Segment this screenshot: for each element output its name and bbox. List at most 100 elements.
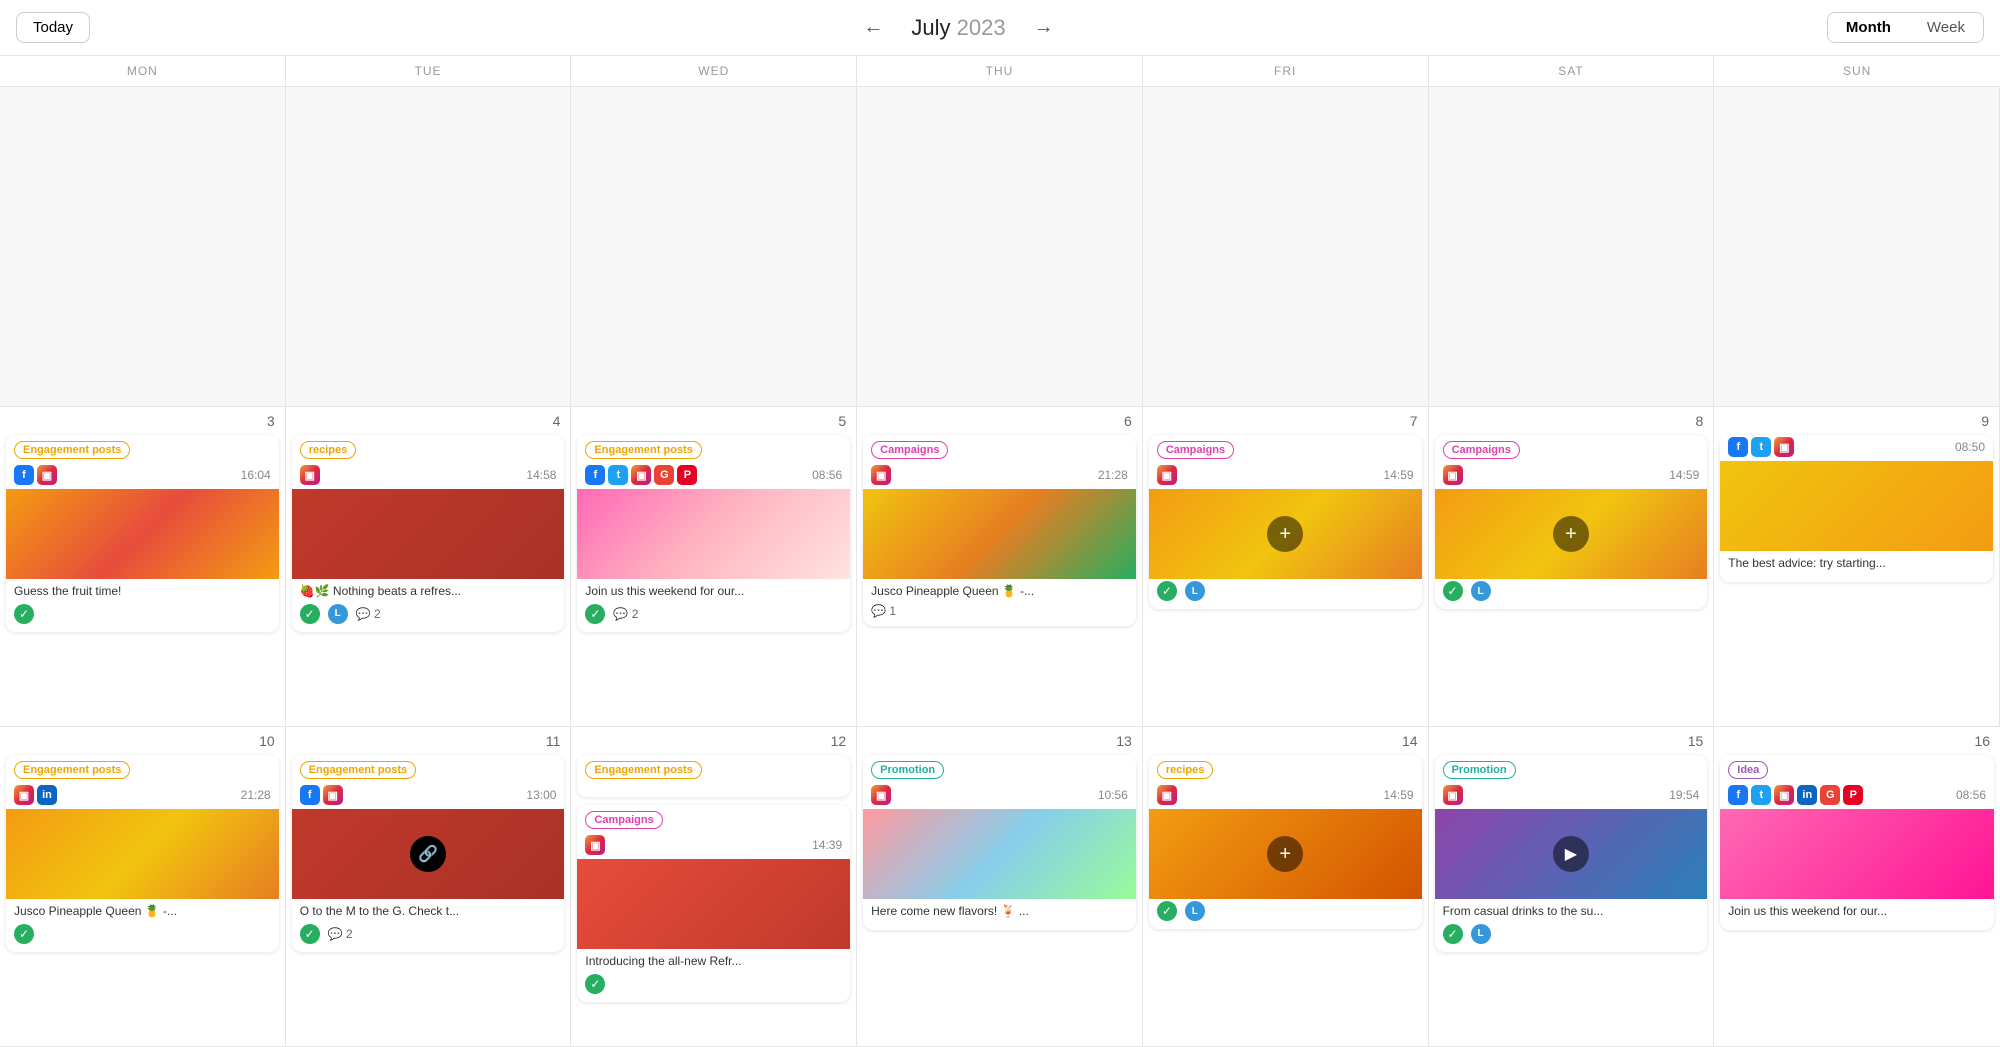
post-card[interactable]: Engagement posts ft▣GP 08:56 Join us thi… [577,435,850,632]
next-month-button[interactable]: → [1026,12,1062,43]
card-header: Campaigns [1435,435,1708,463]
tw-icon: t [1751,785,1771,805]
category-badge: Engagement posts [14,761,130,779]
today-button[interactable]: Today [16,12,90,43]
fb-icon: f [1728,437,1748,457]
social-icons: ▣ [1443,465,1463,485]
card-image [6,809,279,899]
social-icons: ft▣inGP [1728,785,1863,805]
social-icons: ▣in [14,785,57,805]
check-icon: ✓ [300,604,320,624]
post-card[interactable]: Engagement posts [577,755,850,797]
card-text: Introducing the all-new Refr... [577,949,850,972]
social-icons: f▣ [300,785,343,805]
card-header: recipes [1149,755,1422,783]
month-label: July [911,15,950,40]
card-icons-row: ▣ 14:59 [1149,783,1422,809]
fb-icon: f [300,785,320,805]
time-label: 19:54 [1669,788,1699,802]
ig-icon: ▣ [871,785,891,805]
post-card[interactable]: ft▣ 08:50 The best advice: try starting.… [1720,435,1993,582]
add-overlay-button[interactable]: + [1267,836,1303,872]
card-footer: ✓L💬 2 [292,602,565,624]
post-card[interactable]: Engagement posts ▣in 21:28 Jusco Pineapp… [6,755,279,952]
card-header: Promotion [863,755,1136,783]
post-card[interactable]: Promotion ▣ 19:54 ▶ From casual drinks t… [1435,755,1708,952]
calendar-header: Today ← July 2023 → Month Week [0,0,2000,56]
card-icons-row: ▣ 14:58 [292,463,565,489]
comment-count: 💬 2 [613,607,638,621]
category-badge: Campaigns [1157,441,1234,459]
day-header-wed: WED [571,56,857,86]
card-header: Engagement posts [6,755,279,783]
day-cell [1143,87,1429,407]
day-header-tue: TUE [286,56,572,86]
card-image: + [1435,489,1708,579]
post-card[interactable]: Engagement posts f▣ 16:04 Guess the frui… [6,435,279,632]
post-card[interactable]: Engagement posts f▣ 13:00 🔗 O to the M t… [292,755,565,952]
card-header: Campaigns [863,435,1136,463]
day-cell: 10 Engagement posts ▣in 21:28 Jusco Pine… [0,727,286,1047]
pi-icon: P [677,465,697,485]
card-icons-row: ▣ 14:59 [1435,463,1708,489]
calendar-grid: 3 Engagement posts f▣ 16:04 Guess the fr… [0,87,2000,1047]
day-cell: 4 recipes ▣ 14:58 🍓🌿 Nothing beats a ref… [286,407,572,727]
ig-icon: ▣ [1157,785,1177,805]
time-label: 13:00 [526,788,556,802]
week-view-button[interactable]: Week [1909,13,1983,42]
social-icons: ▣ [1157,785,1177,805]
view-toggle: Month Week [1827,12,1984,43]
link-overlay-button[interactable]: 🔗 [410,836,446,872]
card-footer: ✓L [1435,922,1708,944]
card-icons-row: ft▣GP 08:56 [577,463,850,489]
check-icon: ✓ [1157,901,1177,921]
post-card[interactable]: recipes ▣ 14:59 + ✓L [1149,755,1422,929]
card-footer: ✓ [6,602,279,624]
category-badge: recipes [300,441,357,459]
card-image [1720,809,1994,899]
ig-icon: ▣ [1443,465,1463,485]
day-number: 5 [577,413,850,429]
day-cell: 3 Engagement posts f▣ 16:04 Guess the fr… [0,407,286,727]
time-label: 14:58 [526,468,556,482]
day-header-thu: THU [857,56,1143,86]
year-label: 2023 [957,15,1006,40]
card-icons-row: f▣ 13:00 [292,783,565,809]
social-icons: ▣ [871,785,891,805]
social-icons: ▣ [585,835,605,855]
day-cell [1429,87,1715,407]
comment-count: 💬 2 [328,927,353,941]
post-card[interactable]: Campaigns ▣ 14:59 + ✓L [1149,435,1422,609]
add-overlay-button[interactable]: + [1553,516,1589,552]
social-icons: ▣ [1443,785,1463,805]
card-header: Promotion [1435,755,1708,783]
ig-icon: ▣ [585,835,605,855]
comment-count: 💬 1 [871,604,896,618]
day-cell: 8 Campaigns ▣ 14:59 + ✓L [1429,407,1715,727]
post-card[interactable]: Campaigns ▣ 14:59 + ✓L [1435,435,1708,609]
play-overlay-button[interactable]: ▶ [1553,836,1589,872]
day-cell: 11 Engagement posts f▣ 13:00 🔗 O to the … [286,727,572,1047]
category-badge: Promotion [871,761,944,779]
ig-icon: ▣ [1774,437,1794,457]
day-cell [571,87,857,407]
day-number: 9 [1720,413,1993,429]
post-card[interactable]: Campaigns ▣ 21:28 Jusco Pineapple Queen … [863,435,1136,626]
card-text: Join us this weekend for our... [577,579,850,602]
day-cell: 12 Engagement posts Campaigns ▣ 14:39 In… [571,727,857,1047]
post-card[interactable]: recipes ▣ 14:58 🍓🌿 Nothing beats a refre… [292,435,565,632]
month-view-button[interactable]: Month [1828,13,1909,42]
social-icons: ft▣GP [585,465,697,485]
prev-month-button[interactable]: ← [855,12,891,43]
day-header-mon: MON [0,56,286,86]
user-avatar: L [1185,581,1205,601]
time-label: 16:04 [241,468,271,482]
card-text: From casual drinks to the su... [1435,899,1708,922]
card-text: Guess the fruit time! [6,579,279,602]
card-image [863,489,1136,579]
day-number: 10 [6,733,279,749]
card-footer: ✓ [577,972,850,994]
post-card[interactable]: Campaigns ▣ 14:39 Introducing the all-ne… [577,805,850,1002]
tw-icon: t [1751,437,1771,457]
add-overlay-button[interactable]: + [1267,516,1303,552]
